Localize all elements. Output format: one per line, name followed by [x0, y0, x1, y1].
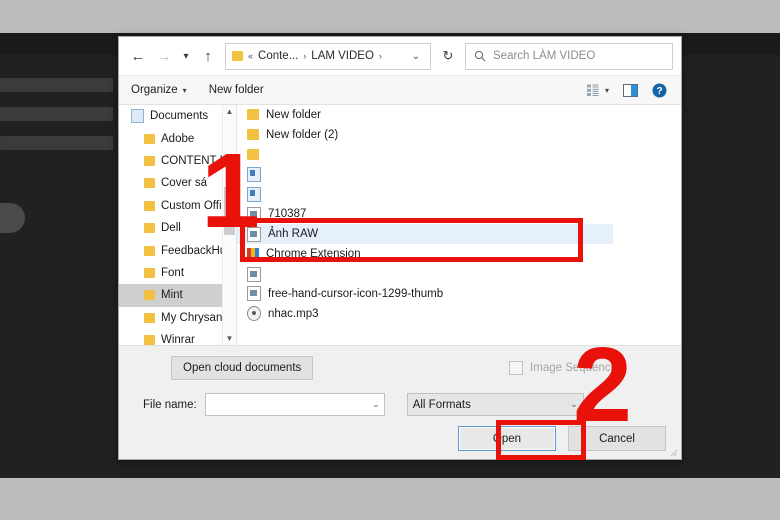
folder-icon: [144, 267, 155, 278]
folder-tree-item-label: Font: [161, 266, 185, 279]
breadcrumb-item-0[interactable]: Conte...: [258, 50, 298, 62]
folder-tree-item-label: Mint: [161, 289, 183, 302]
file-name-input[interactable]: ⌄: [204, 393, 385, 416]
format-value: All Formats: [412, 398, 471, 411]
folder-tree-item[interactable]: Winrar: [119, 329, 236, 345]
folder-icon: [144, 133, 155, 144]
up-one-level-arrow-up-icon[interactable]: ↑: [195, 43, 221, 69]
folder-icon: [144, 155, 155, 166]
search-icon: [474, 50, 486, 62]
annotation-step-one: 1: [201, 132, 260, 250]
preview-pane-icon[interactable]: [623, 83, 638, 97]
back-icon[interactable]: ←: [125, 43, 151, 69]
toolbar-right-group: ▾ ?: [586, 83, 673, 98]
folder-icon: [144, 178, 155, 189]
folder-icon: [144, 200, 155, 211]
file-list-item[interactable]: [237, 264, 681, 284]
folder-icon: [144, 312, 155, 323]
breadcrumb-separator: ›: [378, 51, 382, 61]
breadcrumb-separator: ›: [303, 51, 307, 61]
organize-label: Organize: [131, 84, 178, 96]
chevron-down-icon[interactable]: ▼: [223, 332, 236, 345]
resize-grip-icon[interactable]: [670, 449, 678, 457]
svg-text:?: ?: [656, 86, 662, 97]
folder-tree-item[interactable]: Font: [119, 262, 236, 284]
chevron-down-icon[interactable]: ⌄: [368, 399, 380, 410]
file-list-item[interactable]: New folder (2): [237, 125, 681, 145]
folder-tree-item[interactable]: My Chrysanth: [119, 307, 236, 329]
file-list-item-label: nhac.mp3: [268, 307, 319, 320]
folder-tree-item-label: Documents: [150, 110, 209, 123]
folder-icon: [144, 290, 155, 301]
image-file-icon: [247, 266, 261, 282]
folder-icon: [144, 245, 155, 256]
search-input[interactable]: Search LÀM VIDEO: [465, 42, 673, 70]
breadcrumb: « Conte... › LÀM VIDEO ›: [248, 50, 406, 62]
search-placeholder: Search LÀM VIDEO: [493, 50, 596, 62]
folder-icon: [232, 51, 243, 61]
refresh-icon[interactable]: ↻: [435, 44, 461, 69]
file-name-label: File name:: [143, 398, 197, 411]
file-list-item-label: New folder: [266, 108, 321, 121]
file-list-item-label: New folder (2): [266, 128, 339, 141]
breadcrumb-item-1[interactable]: LÀM VIDEO: [311, 50, 374, 62]
format-select[interactable]: All Formats ⌄: [406, 393, 584, 416]
chevron-down-icon: ▾: [182, 85, 187, 95]
documents-icon: [131, 109, 144, 124]
change-view-button[interactable]: ▾: [586, 84, 609, 96]
new-folder-button[interactable]: New folder: [209, 84, 264, 96]
audio-file-icon: [247, 306, 261, 322]
navigation-bar: ← → ▾ ↑ « Conte... › LÀM VIDEO › ⌄ ↻ Sea…: [119, 37, 681, 75]
image-sequence-checkbox[interactable]: [509, 361, 524, 375]
host-app-panel-bar: [0, 78, 113, 92]
file-list-item[interactable]: nhac.mp3: [237, 304, 681, 324]
annotation-step-two: 2: [573, 326, 632, 444]
recent-locations-chevron-down-icon[interactable]: ▾: [177, 43, 195, 69]
breadcrumb-prefix: «: [248, 51, 254, 61]
folder-tree-item[interactable]: Documents: [119, 105, 236, 127]
new-folder-label: New folder: [208, 84, 264, 96]
folder-tree-item-label: Winrar: [161, 334, 195, 345]
file-list-item[interactable]: [237, 145, 681, 165]
folder-tree-item-label: Adobe: [161, 132, 195, 145]
view-layout-icon: [586, 84, 599, 96]
host-app-side-tab: [0, 203, 25, 233]
folder-icon: [144, 223, 155, 234]
host-app-panel-bar: [0, 136, 113, 150]
folder-icon: [247, 109, 259, 121]
file-list-item[interactable]: New folder: [237, 105, 681, 125]
address-chevron-down-icon[interactable]: ⌄: [406, 51, 426, 62]
organize-button[interactable]: Organize ▾: [131, 84, 187, 96]
file-list-item[interactable]: [237, 165, 681, 185]
annotation-highlight-file-row: [240, 218, 583, 262]
help-icon[interactable]: ?: [652, 83, 667, 98]
file-list-item[interactable]: free-hand-cursor-icon-1299-thumb: [237, 284, 681, 304]
file-list-rows: New folder New folder (2) 710387 Ảnh RAW Chr…: [237, 105, 681, 324]
folder-tree-item[interactable]: Mint: [119, 284, 236, 307]
image-file-icon: [247, 286, 261, 302]
file-list-item[interactable]: [237, 185, 681, 205]
open-cloud-documents-button[interactable]: Open cloud documents: [171, 356, 314, 380]
forward-icon: →: [156, 47, 172, 65]
host-app-panel-bar: [0, 107, 113, 121]
screenshot-root: ← → ▾ ↑ « Conte... › LÀM VIDEO › ⌄ ↻ Sea…: [0, 0, 780, 520]
address-bar[interactable]: « Conte... › LÀM VIDEO › ⌄: [225, 42, 431, 70]
dialog-toolbar: Organize ▾ New folder ▾ ?: [119, 75, 681, 105]
folder-tree-item-label: Dell: [161, 222, 181, 235]
chevron-up-icon[interactable]: ▲: [223, 105, 236, 118]
chevron-down-icon: ▾: [604, 85, 609, 95]
folder-icon: [144, 335, 155, 345]
file-list-item-label: free-hand-cursor-icon-1299-thumb: [268, 287, 444, 300]
